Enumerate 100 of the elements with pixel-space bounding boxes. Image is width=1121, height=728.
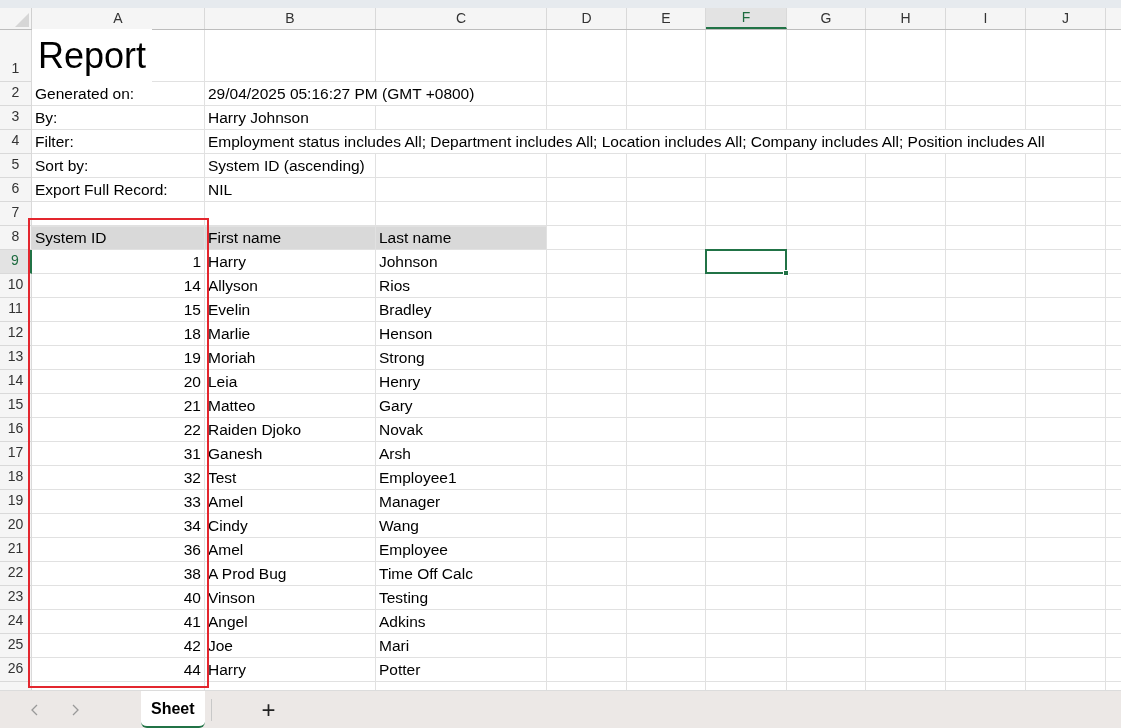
- column-header[interactable]: J: [1026, 8, 1106, 29]
- grid-cell[interactable]: [547, 298, 627, 322]
- grid-cell[interactable]: [627, 634, 706, 658]
- grid-cell[interactable]: [1026, 346, 1106, 370]
- row-header[interactable]: 18: [0, 466, 32, 490]
- grid-cell[interactable]: [946, 562, 1026, 586]
- grid-cell[interactable]: Leia: [205, 370, 376, 394]
- grid-cell[interactable]: [787, 250, 866, 274]
- grid-cell[interactable]: Henson: [376, 322, 547, 346]
- row-header[interactable]: 15: [0, 394, 32, 418]
- grid-cell[interactable]: [946, 82, 1026, 106]
- grid-cell[interactable]: Vinson: [205, 586, 376, 610]
- chevron-right-icon[interactable]: [70, 702, 80, 717]
- row-header[interactable]: 24: [0, 610, 32, 634]
- header-cell[interactable]: Last name: [376, 226, 547, 250]
- grid-cell[interactable]: [946, 154, 1026, 178]
- grid-cell[interactable]: [627, 538, 706, 562]
- grid-cell[interactable]: [1026, 154, 1106, 178]
- grid-cell[interactable]: Moriah: [205, 346, 376, 370]
- grid-cell[interactable]: 33: [32, 490, 205, 514]
- grid-cell[interactable]: Manager: [376, 490, 547, 514]
- row-header[interactable]: 6: [0, 178, 32, 202]
- grid-cell[interactable]: 20: [32, 370, 205, 394]
- grid-cell[interactable]: [547, 538, 627, 562]
- grid-cell[interactable]: Allyson: [205, 274, 376, 298]
- grid-cell[interactable]: [627, 586, 706, 610]
- grid-cell[interactable]: [946, 634, 1026, 658]
- grid-cell[interactable]: [547, 514, 627, 538]
- grid-cell[interactable]: [866, 586, 946, 610]
- grid-cell[interactable]: [866, 298, 946, 322]
- grid-cell[interactable]: NIL: [205, 178, 376, 202]
- grid-cell[interactable]: [787, 418, 866, 442]
- grid-cell[interactable]: [946, 514, 1026, 538]
- grid-cell[interactable]: [1026, 226, 1106, 250]
- grid-cell[interactable]: [706, 82, 787, 106]
- grid-cell[interactable]: [866, 562, 946, 586]
- row-header[interactable]: 11: [0, 298, 32, 322]
- grid-cell[interactable]: [787, 322, 866, 346]
- grid-cell[interactable]: Harry Johnson: [205, 106, 376, 130]
- column-header[interactable]: C: [376, 8, 547, 29]
- grid-cell[interactable]: 44: [32, 658, 205, 682]
- column-header[interactable]: D: [547, 8, 627, 29]
- grid-cell[interactable]: [1026, 610, 1106, 634]
- grid-cell[interactable]: [547, 370, 627, 394]
- row-header[interactable]: 7: [0, 202, 32, 226]
- grid-cell[interactable]: [627, 466, 706, 490]
- grid-cell[interactable]: [627, 202, 706, 226]
- add-sheet-button[interactable]: +: [257, 697, 280, 722]
- grid-cell[interactable]: [627, 394, 706, 418]
- grid-cell[interactable]: [866, 202, 946, 226]
- grid-cell[interactable]: [946, 250, 1026, 274]
- grid-cell[interactable]: [787, 178, 866, 202]
- grid-cell[interactable]: [547, 490, 627, 514]
- row-header[interactable]: 1: [0, 30, 32, 82]
- grid-cell[interactable]: [1026, 466, 1106, 490]
- grid-cell[interactable]: 32: [32, 466, 205, 490]
- grid-cell[interactable]: [627, 490, 706, 514]
- grid-cell[interactable]: [627, 226, 706, 250]
- grid-cell[interactable]: [1026, 322, 1106, 346]
- grid-cell[interactable]: Mari: [376, 634, 547, 658]
- grid-cell[interactable]: [706, 490, 787, 514]
- grid-cell[interactable]: [706, 322, 787, 346]
- grid-cell[interactable]: [866, 30, 946, 82]
- grid-cell[interactable]: [1026, 658, 1106, 682]
- grid-cell[interactable]: [547, 586, 627, 610]
- grid-cell[interactable]: [547, 394, 627, 418]
- grid-cell[interactable]: [866, 322, 946, 346]
- grid-cell[interactable]: Cindy: [205, 514, 376, 538]
- grid-cell[interactable]: [866, 418, 946, 442]
- row-header[interactable]: 23: [0, 586, 32, 610]
- header-cell[interactable]: First name: [205, 226, 376, 250]
- grid-cell[interactable]: [787, 562, 866, 586]
- grid-cell[interactable]: [787, 226, 866, 250]
- grid-cell[interactable]: [866, 538, 946, 562]
- grid-cell[interactable]: Wang: [376, 514, 547, 538]
- grid-cell[interactable]: [1026, 418, 1106, 442]
- grid-cell[interactable]: [706, 442, 787, 466]
- header-cell[interactable]: System ID: [32, 226, 205, 250]
- grid-cell[interactable]: Arsh: [376, 442, 547, 466]
- row-header[interactable]: 8: [0, 226, 32, 250]
- grid-cell[interactable]: [866, 82, 946, 106]
- grid-cell[interactable]: Report: [32, 30, 205, 82]
- row-header[interactable]: [0, 682, 32, 690]
- grid-cell[interactable]: [787, 634, 866, 658]
- grid-cell[interactable]: [1026, 250, 1106, 274]
- grid-cell[interactable]: [547, 442, 627, 466]
- grid-cell[interactable]: [946, 346, 1026, 370]
- grid-cell[interactable]: [547, 30, 627, 82]
- grid-cell[interactable]: Generated on:: [32, 82, 205, 106]
- grid-cell[interactable]: Filter:: [32, 130, 205, 154]
- grid-cell[interactable]: [866, 610, 946, 634]
- grid-cell[interactable]: [946, 202, 1026, 226]
- grid-cell[interactable]: Test: [205, 466, 376, 490]
- grid-cell[interactable]: Angel: [205, 610, 376, 634]
- grid-cell[interactable]: [706, 514, 787, 538]
- grid-cell[interactable]: [1026, 274, 1106, 298]
- grid-cell[interactable]: By:: [32, 106, 205, 130]
- grid-cell[interactable]: [1026, 514, 1106, 538]
- grid-cell[interactable]: [627, 178, 706, 202]
- grid-cell[interactable]: [627, 346, 706, 370]
